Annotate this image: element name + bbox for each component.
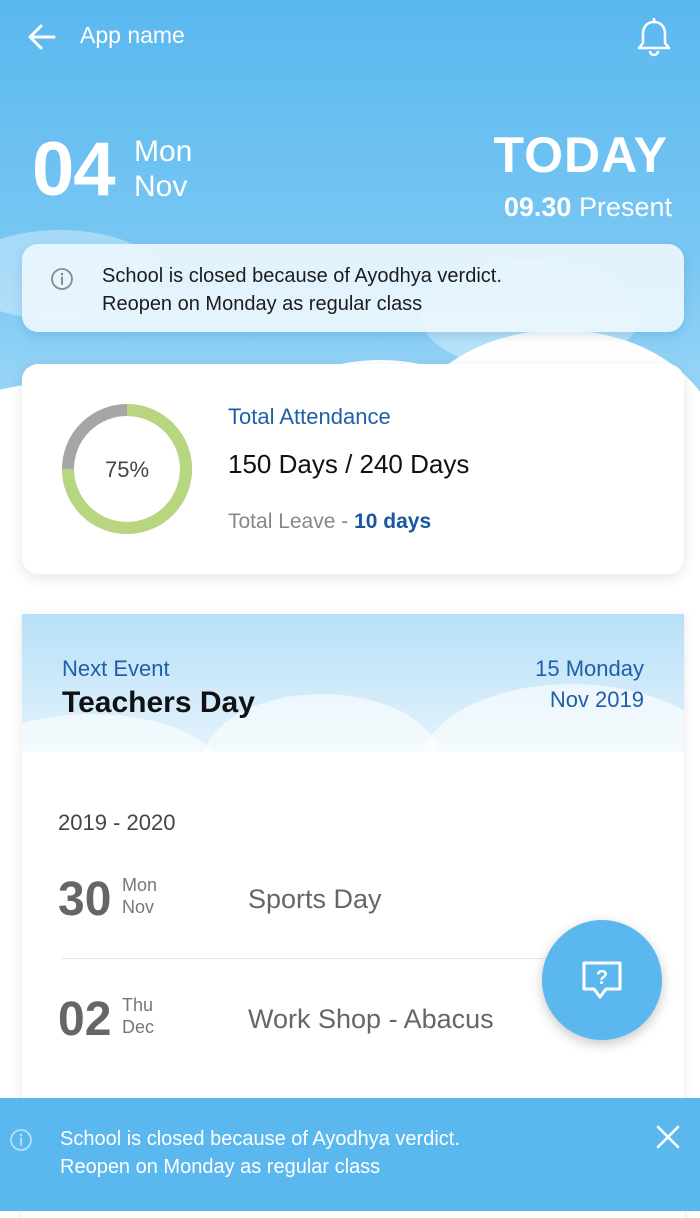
- attendance-days: 150 Days / 240 Days: [228, 449, 470, 479]
- next-event-month-year: Nov 2019: [549, 687, 644, 712]
- event-day-month: Thu Dec: [122, 994, 154, 1038]
- total-leave: Total Leave - 10 days: [228, 510, 431, 534]
- next-event-name: Teachers Day: [62, 686, 255, 719]
- notice-card: School is closed because of Ayodhya verd…: [22, 244, 684, 332]
- list-divider: [62, 958, 582, 959]
- bottom-notice-line-2: Reopen on Monday as regular class: [60, 1156, 381, 1178]
- presence-status: Present: [578, 192, 672, 222]
- bottom-notice-line-1: School is closed because of Ayodhya verd…: [60, 1128, 460, 1150]
- top-app-bar: App name: [0, 0, 700, 74]
- svg-text:?: ?: [596, 967, 608, 989]
- event-title: Sports Day: [248, 884, 382, 914]
- next-event-label: Next Event: [62, 656, 170, 681]
- help-chat-icon: ?: [582, 961, 622, 999]
- date-month: Nov: [134, 170, 188, 203]
- academic-year: 2019 - 2020: [58, 810, 176, 835]
- app-title: App name: [80, 22, 185, 48]
- attendance-progress-ring: 75%: [62, 404, 192, 534]
- event-day-number: 30: [58, 873, 112, 926]
- date-day-name: Mon: [134, 135, 193, 168]
- event-month: Nov: [122, 897, 155, 917]
- event-day-name: Thu: [122, 995, 154, 1015]
- event-day-name: Mon: [122, 875, 158, 895]
- bottom-notice-banner: School is closed because of Ayodhya verd…: [0, 1098, 700, 1211]
- next-event-header[interactable]: Next Event Teachers Day 15 Monday Nov 20…: [22, 614, 684, 752]
- notice-line-2: Reopen on Monday as regular class: [102, 293, 423, 315]
- close-button[interactable]: [654, 1123, 682, 1151]
- today-label: TODAY: [493, 127, 668, 183]
- back-button[interactable]: [26, 22, 58, 52]
- check-in-time: 09.30: [503, 192, 572, 222]
- date-day-number: 04: [32, 127, 116, 212]
- help-chat-button[interactable]: ?: [542, 920, 662, 1040]
- info-icon: [51, 268, 73, 290]
- next-event-date: 15 Monday: [535, 656, 644, 681]
- notifications-button[interactable]: [636, 17, 672, 58]
- total-leave-value: 10 days: [354, 510, 432, 533]
- close-icon: [656, 1125, 680, 1149]
- event-title: Work Shop - Abacus: [248, 1004, 494, 1034]
- notice-message: School is closed because of Ayodhya verd…: [102, 262, 502, 318]
- event-day-number: 02: [58, 993, 112, 1046]
- arrow-left-icon: [28, 24, 56, 50]
- attendance-status: 09.30 Present: [504, 194, 672, 221]
- attendance-title: Total Attendance: [228, 404, 391, 429]
- bottom-notice-message: School is closed because of Ayodhya verd…: [60, 1125, 460, 1181]
- total-leave-label: Total Leave -: [228, 510, 355, 533]
- notice-line-1: School is closed because of Ayodhya verd…: [102, 265, 502, 287]
- info-icon: [10, 1129, 32, 1151]
- bell-icon: [637, 17, 671, 57]
- attendance-percent: 75%: [105, 457, 149, 482]
- event-day-month: Mon Nov: [122, 874, 157, 918]
- attendance-card: 75% Total Attendance 150 Days / 240 Days…: [22, 364, 684, 574]
- event-month: Dec: [122, 1017, 155, 1037]
